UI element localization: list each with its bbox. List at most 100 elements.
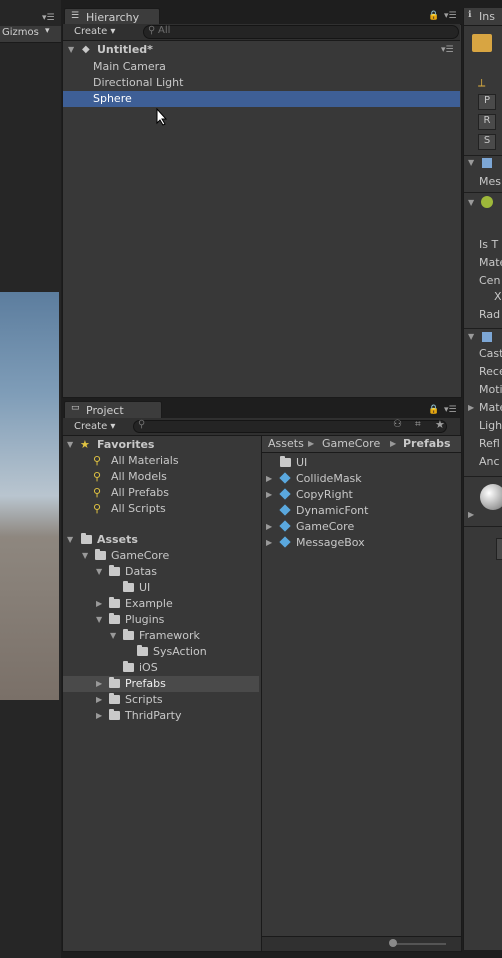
breadcrumb-separator-icon: ▶ bbox=[390, 439, 397, 448]
folder-tree-item[interactable]: ▼ GameCore bbox=[63, 548, 259, 564]
star-icon[interactable]: ★ bbox=[435, 418, 445, 431]
expand-arrow-icon[interactable]: ▼ bbox=[68, 42, 74, 58]
favorite-item[interactable]: ⚲ All Materials bbox=[63, 453, 259, 469]
search-input[interactable]: ⚲ All bbox=[143, 25, 459, 39]
lock-icon[interactable]: 🔒 bbox=[428, 405, 439, 415]
search-by-label-icon[interactable]: ⌗ bbox=[415, 419, 421, 430]
favorite-item[interactable]: ⚲ All Prefabs bbox=[63, 485, 259, 501]
file-item[interactable]: ▶ MessageBox bbox=[262, 535, 461, 551]
search-icon: ⚲ bbox=[148, 25, 156, 36]
search-by-type-icon[interactable]: ⚇ bbox=[393, 419, 402, 430]
folder-icon bbox=[123, 580, 138, 596]
assets-header[interactable]: ▼ Assets bbox=[63, 532, 259, 548]
file-item[interactable]: ▶ GameCore bbox=[262, 519, 461, 535]
collapse-arrow-icon[interactable]: ▶ bbox=[266, 487, 272, 503]
hierarchy-item-label: Sphere bbox=[93, 92, 132, 105]
project-folder-tree: ▼ ★ Favorites ⚲ All Materials ⚲ All Mode… bbox=[62, 435, 262, 952]
folder-label: SysAction bbox=[153, 645, 207, 658]
divider bbox=[464, 328, 502, 329]
position-reset-button[interactable]: P bbox=[478, 94, 496, 110]
file-item[interactable]: ▶ CollideMask bbox=[262, 471, 461, 487]
collapse-arrow-icon[interactable]: ▶ bbox=[266, 535, 272, 551]
folder-tree-item[interactable]: ▼ Plugins bbox=[63, 612, 259, 628]
mesh-renderer-icon bbox=[482, 332, 492, 342]
property-label: Ligh bbox=[479, 419, 502, 432]
breadcrumb-item[interactable]: Prefabs bbox=[403, 436, 451, 452]
collapse-arrow-icon[interactable]: ▶ bbox=[96, 692, 102, 708]
expand-arrow-icon[interactable]: ▼ bbox=[67, 437, 73, 453]
favorites-header[interactable]: ▼ ★ Favorites bbox=[63, 437, 259, 453]
expand-arrow-icon[interactable]: ▼ bbox=[67, 532, 73, 548]
collapse-arrow-icon[interactable]: ▶ bbox=[468, 510, 474, 519]
collapse-arrow-icon[interactable]: ▶ bbox=[266, 519, 272, 535]
search-icon: ⚲ bbox=[93, 454, 102, 467]
folder-tree-item[interactable]: ▶ ThridParty bbox=[63, 708, 259, 724]
hierarchy-item-selected[interactable]: Sphere bbox=[63, 91, 460, 107]
expand-arrow-icon[interactable]: ▼ bbox=[468, 198, 474, 207]
property-label: X bbox=[494, 290, 502, 303]
icon-size-slider-handle[interactable] bbox=[389, 939, 397, 947]
folder-label: ThridParty bbox=[125, 709, 182, 722]
favorite-item[interactable]: ⚲ All Models bbox=[63, 469, 259, 485]
folder-label: UI bbox=[139, 581, 151, 594]
expand-arrow-icon[interactable]: ▼ bbox=[468, 332, 474, 341]
folder-tree-item[interactable]: iOS bbox=[63, 660, 259, 676]
folder-tree-item[interactable]: ▶ Example bbox=[63, 596, 259, 612]
expand-arrow-icon[interactable]: ▼ bbox=[82, 548, 88, 564]
breadcrumb-item[interactable]: GameCore bbox=[322, 436, 380, 452]
file-item[interactable]: UI bbox=[262, 455, 461, 471]
gizmos-button[interactable]: Gizmos bbox=[2, 27, 39, 38]
expand-arrow-icon[interactable]: ▼ bbox=[110, 628, 116, 644]
project-footer bbox=[262, 936, 461, 951]
file-item[interactable]: DynamicFont bbox=[262, 503, 461, 519]
tab-project[interactable]: ▭ Project bbox=[64, 401, 162, 419]
favorite-item[interactable]: ⚲ All Scripts bbox=[63, 501, 259, 517]
tab-menu-icon[interactable]: ▾☰ bbox=[42, 13, 55, 23]
list-icon: ☰ bbox=[71, 11, 80, 21]
favorite-item-label: All Materials bbox=[111, 454, 179, 467]
prefab-icon bbox=[279, 519, 295, 535]
folder-tree-item[interactable]: SysAction bbox=[63, 644, 259, 660]
rotation-reset-button[interactable]: R bbox=[478, 114, 496, 130]
icon-size-slider-track[interactable] bbox=[392, 943, 446, 945]
create-button[interactable]: Create ▾ bbox=[74, 26, 115, 37]
scene-root-row[interactable]: ▼ ◆ Untitled* ▾☰ bbox=[63, 42, 460, 58]
folder-tree-item[interactable]: UI bbox=[63, 580, 259, 596]
create-button[interactable]: Create ▾ bbox=[74, 421, 115, 432]
folder-tree-item[interactable]: ▼ Datas bbox=[63, 564, 259, 580]
collapse-arrow-icon[interactable]: ▶ bbox=[468, 403, 474, 412]
scale-reset-button[interactable]: S bbox=[478, 134, 496, 150]
expand-arrow-icon[interactable]: ▼ bbox=[96, 564, 102, 580]
collapse-arrow-icon[interactable]: ▶ bbox=[96, 708, 102, 724]
file-item[interactable]: ▶ CopyRight bbox=[262, 487, 461, 503]
tab-inspector[interactable]: ℹ Ins bbox=[464, 8, 502, 26]
prefab-icon bbox=[279, 487, 295, 503]
collapse-arrow-icon[interactable]: ▶ bbox=[266, 471, 272, 487]
gizmos-dropdown-icon[interactable]: ▾ bbox=[45, 26, 50, 36]
tab-menu-icon[interactable]: ▾☰ bbox=[444, 11, 457, 21]
sphere-collider-icon bbox=[481, 196, 493, 208]
hierarchy-item[interactable]: Main Camera bbox=[63, 59, 460, 75]
folder-label: Plugins bbox=[125, 613, 165, 626]
add-component-button[interactable] bbox=[496, 538, 502, 560]
collapse-arrow-icon[interactable]: ▶ bbox=[96, 676, 102, 692]
folder-tree-item[interactable]: ▶ Scripts bbox=[63, 692, 259, 708]
scene-view[interactable]: ▾☰ Gizmos ▾ bbox=[0, 0, 61, 958]
folder-tree-item[interactable]: ▼ Framework bbox=[63, 628, 259, 644]
collapse-arrow-icon[interactable]: ▶ bbox=[96, 596, 102, 612]
scene-viewport[interactable] bbox=[0, 292, 59, 700]
favorite-item-label: All Models bbox=[111, 470, 167, 483]
expand-arrow-icon[interactable]: ▼ bbox=[96, 612, 102, 628]
folder-tree-item-selected[interactable]: ▶ Prefabs bbox=[63, 676, 259, 692]
folder-icon bbox=[280, 455, 295, 471]
scene-toolbar: Gizmos ▾ bbox=[0, 26, 61, 43]
tab-menu-icon[interactable]: ▾☰ bbox=[444, 405, 457, 415]
scene-menu-icon[interactable]: ▾☰ bbox=[441, 42, 454, 58]
folder-icon bbox=[95, 548, 110, 564]
hierarchy-item[interactable]: Directional Light bbox=[63, 75, 460, 91]
breadcrumb-item[interactable]: Assets bbox=[268, 436, 304, 452]
divider bbox=[464, 476, 502, 477]
property-label: Is T bbox=[479, 238, 499, 251]
expand-arrow-icon[interactable]: ▼ bbox=[468, 158, 474, 167]
lock-icon[interactable]: 🔒 bbox=[428, 11, 439, 21]
